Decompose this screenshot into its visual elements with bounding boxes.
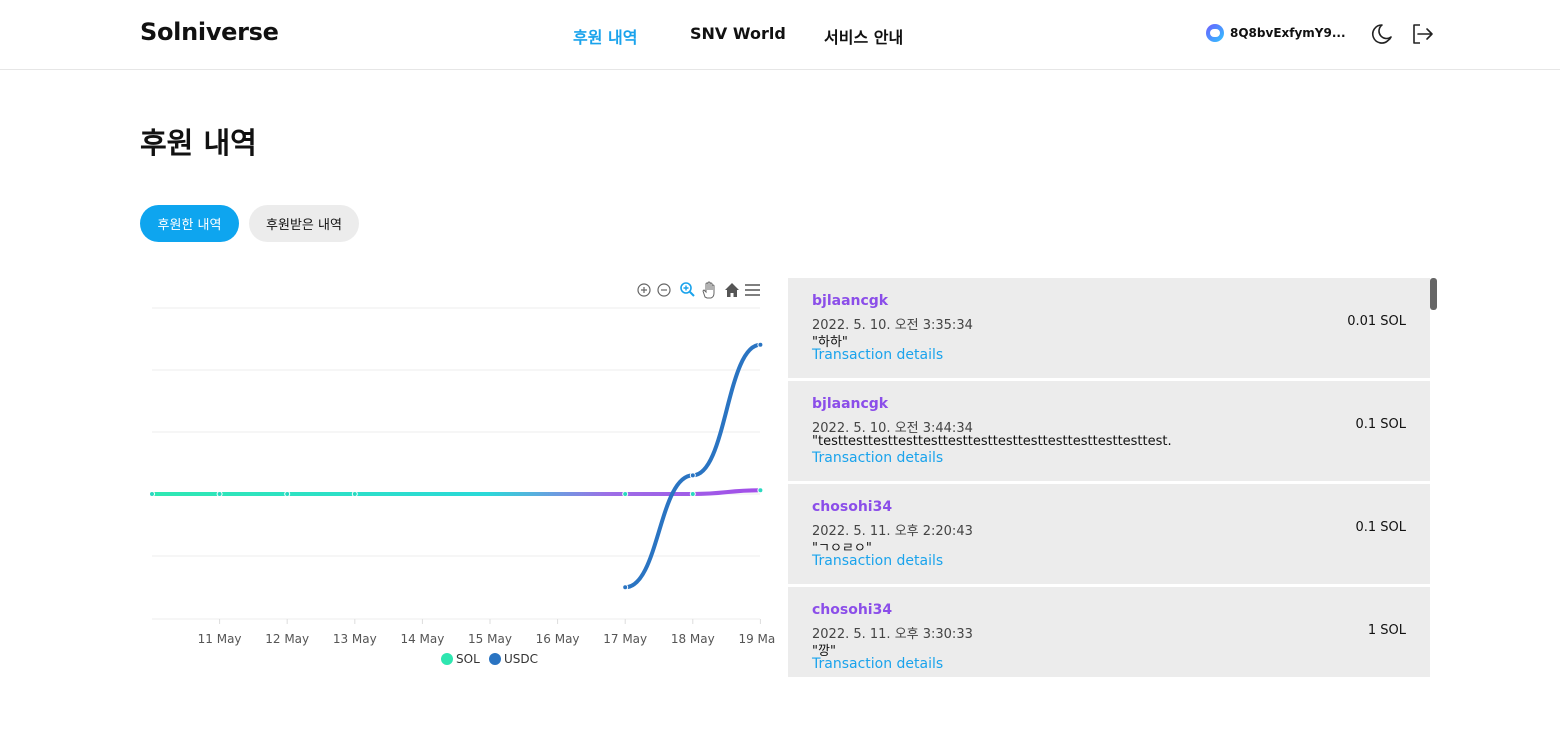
x-tick-label: 15 May bbox=[468, 632, 512, 646]
chart-series bbox=[149, 341, 764, 591]
legend-label[interactable]: SOL bbox=[456, 652, 480, 666]
x-tick-label: 13 May bbox=[333, 632, 377, 646]
selection-zoom-icon[interactable] bbox=[680, 282, 695, 297]
menu-icon[interactable] bbox=[745, 284, 760, 296]
chart-legend: SOL USDC bbox=[441, 652, 538, 666]
list-item: bjlaancgk 2022. 5. 10. 오전 3:35:34 "하하" T… bbox=[788, 278, 1430, 378]
nav-service-info[interactable]: 서비스 안내 bbox=[824, 24, 903, 48]
donation-list[interactable]: bjlaancgk 2022. 5. 10. 오전 3:35:34 "하하" T… bbox=[788, 278, 1430, 677]
legend-label[interactable]: USDC bbox=[504, 652, 538, 666]
x-tick-label: 11 May bbox=[198, 632, 242, 646]
chart-grid bbox=[152, 307, 760, 620]
zoom-in-icon[interactable] bbox=[637, 283, 651, 297]
nav-donation-history[interactable]: 후원 내역 bbox=[573, 24, 637, 48]
transaction-details-link[interactable]: Transaction details bbox=[812, 553, 943, 569]
x-tick-label: 16 May bbox=[536, 632, 580, 646]
moon-icon[interactable] bbox=[1371, 21, 1397, 47]
list-item: bjlaancgk 2022. 5. 10. 오전 3:44:34 "testt… bbox=[788, 381, 1430, 481]
donor-name[interactable]: chosohi34 bbox=[812, 602, 892, 618]
list-scrollbar[interactable] bbox=[1430, 278, 1437, 310]
x-tick-label: 17 May bbox=[603, 632, 647, 646]
donation-message: "testtesttesttesttesttesttesttesttesttes… bbox=[812, 434, 1172, 449]
transaction-details-link[interactable]: Transaction details bbox=[812, 450, 943, 466]
x-tick-label: 14 May bbox=[400, 632, 444, 646]
donor-name[interactable]: bjlaancgk bbox=[812, 293, 888, 309]
data-point-usdc[interactable] bbox=[689, 472, 696, 479]
tab-received-donations[interactable]: 후원받은 내역 bbox=[249, 205, 359, 242]
data-point-sol[interactable] bbox=[216, 491, 223, 497]
wallet-icon bbox=[1206, 24, 1224, 42]
home-icon[interactable] bbox=[725, 283, 739, 297]
donor-name[interactable]: bjlaancgk bbox=[812, 396, 888, 412]
list-item: chosohi34 2022. 5. 11. 오후 3:30:33 "깡" Tr… bbox=[788, 587, 1430, 677]
donation-amount: 0.1 SOL bbox=[1355, 417, 1406, 432]
legend-marker[interactable] bbox=[489, 653, 501, 665]
page-title: 후원 내역 bbox=[140, 126, 257, 160]
top-header: Solniverse 후원 내역 SNV World 서비스 안내 8Q8bvE… bbox=[0, 0, 1560, 70]
data-point-sol[interactable] bbox=[757, 487, 764, 494]
data-point-sol[interactable] bbox=[689, 491, 696, 497]
logo[interactable]: Solniverse bbox=[140, 18, 279, 46]
list-item: chosohi34 2022. 5. 11. 오후 2:20:43 "ㄱㅇㄹㅇ"… bbox=[788, 484, 1430, 584]
donation-amount: 1 SOL bbox=[1367, 623, 1406, 638]
data-point-sol[interactable] bbox=[622, 491, 629, 497]
wallet-address: 8Q8bvExfymY9... bbox=[1230, 26, 1346, 40]
pan-icon[interactable] bbox=[702, 281, 715, 299]
donation-amount: 0.1 SOL bbox=[1355, 520, 1406, 535]
donor-name[interactable]: chosohi34 bbox=[812, 499, 892, 515]
transaction-details-link[interactable]: Transaction details bbox=[812, 347, 943, 363]
x-tick-label: 19 May bbox=[738, 632, 775, 646]
data-point-usdc[interactable] bbox=[757, 341, 764, 348]
donation-amount: 0.01 SOL bbox=[1347, 314, 1406, 329]
legend-marker[interactable] bbox=[441, 653, 453, 665]
zoom-out-icon[interactable] bbox=[657, 283, 671, 297]
logout-icon[interactable] bbox=[1409, 21, 1435, 47]
nav-snv-world[interactable]: SNV World bbox=[690, 24, 786, 43]
donation-chart: 11 May 12 May 13 May 14 May 15 May 16 May 17 M… bbox=[140, 276, 775, 676]
chart-canvas: 11 May 12 May 13 May 14 May 15 May 16 May 17 M… bbox=[149, 281, 775, 666]
x-axis: 11 May 12 May 13 May 14 May 15 May 16 May 17 M… bbox=[198, 619, 775, 646]
wallet-address-button[interactable]: 8Q8bvExfymY9... bbox=[1206, 24, 1346, 42]
chart-toolbar bbox=[637, 281, 760, 299]
series-line-usdc bbox=[623, 342, 763, 590]
tab-sent-donations[interactable]: 후원한 내역 bbox=[140, 205, 239, 242]
transaction-details-link[interactable]: Transaction details bbox=[812, 656, 943, 672]
data-point-sol[interactable] bbox=[351, 491, 358, 497]
x-tick-label: 12 May bbox=[265, 632, 309, 646]
data-point-sol[interactable] bbox=[284, 491, 291, 497]
data-point-sol[interactable] bbox=[149, 491, 155, 497]
x-tick-label: 18 May bbox=[671, 632, 715, 646]
data-point-usdc[interactable] bbox=[622, 584, 629, 591]
series-line-sol bbox=[150, 488, 763, 497]
